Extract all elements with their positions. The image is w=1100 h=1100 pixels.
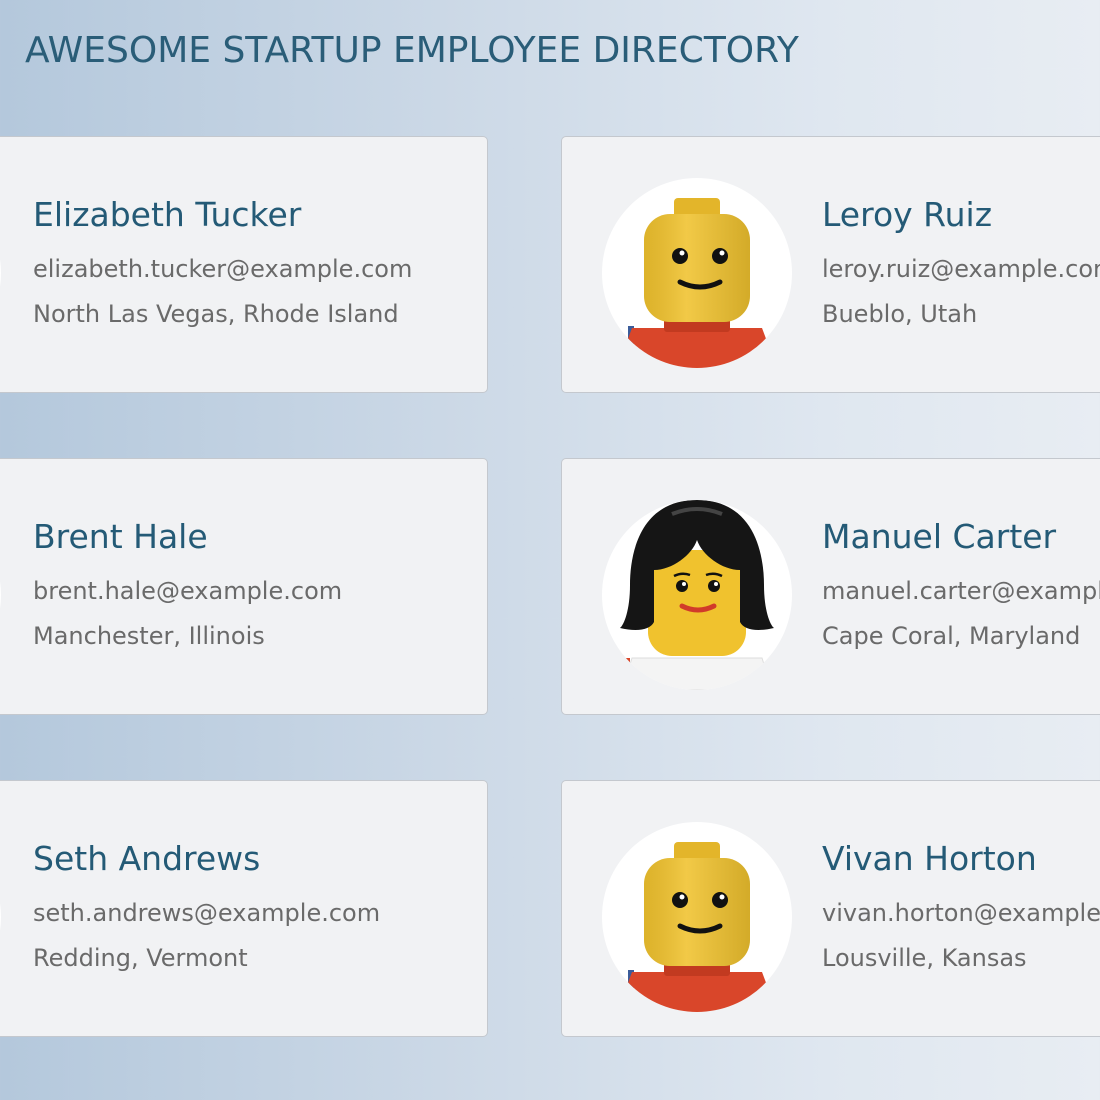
employee-email: leroy.ruiz@example.com	[822, 255, 1100, 283]
avatar	[0, 500, 1, 690]
employee-card[interactable]: Elizabeth Tucker elizabeth.tucker@exampl…	[0, 136, 488, 393]
employee-location: Cape Coral, Maryland	[822, 622, 1081, 650]
employee-card[interactable]: Brent Hale brent.hale@example.com Manche…	[0, 458, 488, 715]
employee-email: brent.hale@example.com	[33, 577, 343, 605]
employee-email: seth.andrews@example.com	[33, 899, 381, 927]
employee-location: North Las Vegas, Rhode Island	[33, 300, 399, 328]
avatar	[0, 178, 1, 368]
employee-name: Manuel Carter	[822, 517, 1057, 556]
employee-location: Redding, Vermont	[33, 944, 248, 972]
employee-name: Seth Andrews	[33, 839, 261, 878]
page-title: AWESOME STARTUP EMPLOYEE DIRECTORY	[25, 30, 799, 71]
employee-name: Leroy Ruiz	[822, 195, 993, 234]
employee-name: Brent Hale	[33, 517, 208, 556]
employee-card[interactable]: Seth Andrews seth.andrews@example.com Re…	[0, 780, 488, 1037]
lego-minifig-avatar-icon	[617, 198, 777, 368]
avatar	[0, 822, 1, 1012]
avatar	[602, 500, 792, 690]
employee-email: manuel.carter@example.com	[822, 577, 1100, 605]
employee-card[interactable]: Manuel Carter manuel.carter@example.com …	[561, 458, 1100, 715]
employee-location: Lousville, Kansas	[822, 944, 1027, 972]
employee-name: Elizabeth Tucker	[33, 195, 302, 234]
lego-minifig-avatar-icon	[617, 842, 777, 1012]
employee-location: Manchester, Illinois	[33, 622, 265, 650]
employee-email: vivan.horton@example.com	[822, 899, 1100, 927]
employee-name: Vivan Horton	[822, 839, 1037, 878]
avatar	[602, 178, 792, 368]
employee-location: Bueblo, Utah	[822, 300, 978, 328]
avatar	[602, 822, 792, 1012]
lego-minifig-hair-avatar-icon	[620, 500, 774, 690]
employee-card[interactable]: Vivan Horton vivan.horton@example.com Lo…	[561, 780, 1100, 1037]
employee-card[interactable]: Leroy Ruiz leroy.ruiz@example.com Bueblo…	[561, 136, 1100, 393]
employee-email: elizabeth.tucker@example.com	[33, 255, 413, 283]
